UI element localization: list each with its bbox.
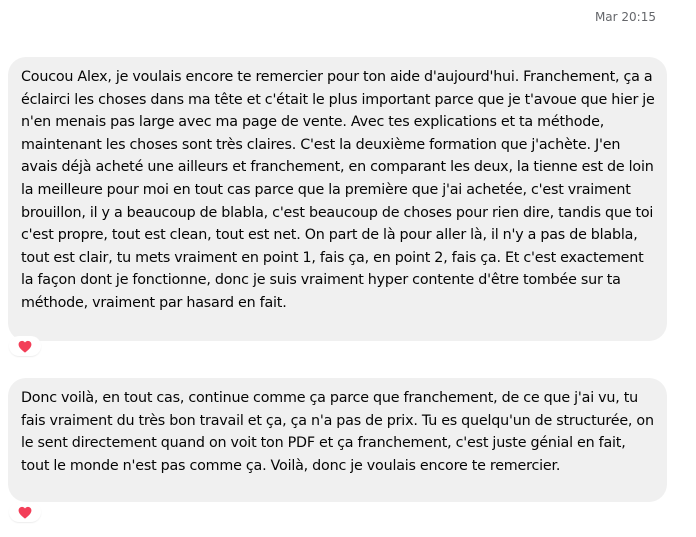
- message-reaction[interactable]: [10, 337, 40, 355]
- message-bubble[interactable]: Donc voilà, en tout cas, continue comme …: [8, 378, 667, 502]
- message-thread: Mar 20:15 Coucou Alex, je voulais encore…: [0, 0, 696, 537]
- message-reaction[interactable]: [10, 503, 40, 521]
- heart-icon: [18, 506, 32, 519]
- heart-icon: [18, 340, 32, 353]
- message-timestamp: Mar 20:15: [594, 10, 656, 24]
- message-bubble[interactable]: Coucou Alex, je voulais encore te remerc…: [8, 57, 667, 341]
